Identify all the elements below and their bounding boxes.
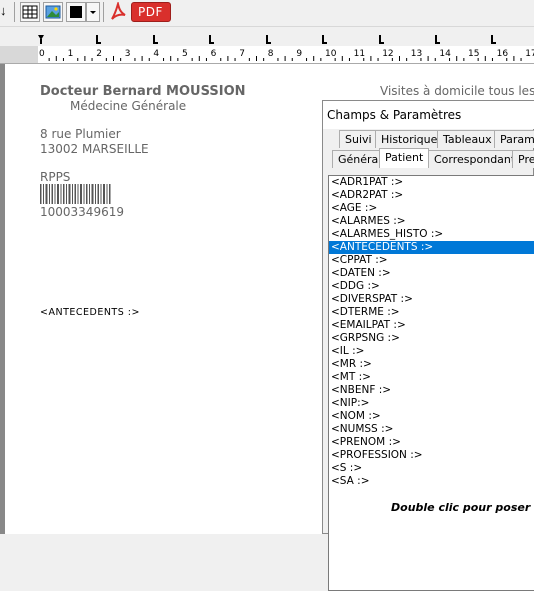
tab-historique[interactable]: Historique	[375, 130, 444, 148]
tab-patient[interactable]: Patient	[379, 148, 430, 168]
pdf-icon: PDF	[138, 5, 163, 19]
field-list-item[interactable]: <NBENF :>	[329, 384, 534, 397]
toolbar-separator	[103, 2, 104, 22]
field-list-item[interactable]: <DIVERSPAT :>	[329, 293, 534, 306]
field-list-item[interactable]: <AGE :>	[329, 202, 534, 215]
ruler-number: 4	[153, 49, 160, 59]
visits-text: Visites à domicile tous les jou	[380, 84, 534, 98]
ruler-number: 12	[382, 49, 394, 59]
field-list-item[interactable]: <S :>	[329, 462, 534, 475]
field-list-item[interactable]: <DTERME :>	[329, 306, 534, 319]
ruler-number: 2	[96, 49, 102, 59]
ruler-number: 6	[210, 49, 217, 59]
field-list-item[interactable]: <SA :>	[329, 475, 534, 488]
hint-text: Double clic pour poser un	[391, 501, 534, 514]
field-list-item[interactable]: <PRENOM :>	[329, 436, 534, 449]
fields-panel: Champs & Paramètres Suivi Historique Tab…	[322, 100, 534, 591]
field-list-item[interactable]: <PROFESSION :>	[329, 449, 534, 462]
ruler-number: 17	[525, 49, 534, 59]
toolbar-separator	[14, 2, 15, 22]
rpps-number: 10003349619	[40, 205, 124, 219]
tab-correspondant[interactable]: Correspondant	[428, 150, 522, 168]
ruler-number: 10	[325, 49, 337, 59]
field-list-item[interactable]: <IL :>	[329, 345, 534, 358]
field-list-item[interactable]: <EMAILPAT :>	[329, 319, 534, 332]
color-button[interactable]	[66, 2, 86, 22]
field-list-item[interactable]: <NUMSS :>	[329, 423, 534, 436]
table-icon	[22, 5, 38, 19]
ruler-number: 1	[67, 49, 74, 59]
ruler-number: 8	[267, 49, 274, 59]
address-line1: 8 rue Plumier	[40, 127, 121, 141]
ruler-number: 16	[496, 49, 509, 59]
field-list-item[interactable]: <CPPAT :>	[329, 254, 534, 267]
field-list-item[interactable]: <ADR1PAT :>	[329, 176, 534, 189]
field-list-item[interactable]: <GRPSNG :>	[329, 332, 534, 345]
barcode	[40, 184, 111, 204]
doctor-name: Docteur Bernard MOUSSION	[40, 84, 246, 99]
toolbar: ↓ PDF	[0, 0, 534, 26]
tab-pre[interactable]: Pre	[512, 150, 534, 168]
panel-title[interactable]: Champs & Paramètres	[323, 101, 534, 129]
address-line2: 13002 MARSEILLE	[40, 142, 149, 156]
tab-tableaux[interactable]: Tableaux	[437, 130, 498, 148]
tab-parametres[interactable]: Paramè	[494, 130, 534, 148]
ruler-number: 15	[468, 49, 480, 59]
image-button[interactable]	[43, 2, 63, 22]
field-list-item[interactable]: <DATEN :>	[329, 267, 534, 280]
field-list-item[interactable]: <MR :>	[329, 358, 534, 371]
rpps-label: RPPS	[40, 170, 71, 184]
field-list-item[interactable]: <ANTECEDENTS :>	[329, 241, 534, 254]
ruler-number: 11	[353, 49, 366, 59]
field-list-item[interactable]: <ALARMES_HISTO :>	[329, 228, 534, 241]
color-dropdown-button[interactable]	[86, 2, 100, 22]
field-placeholder: <ANTECEDENTS :>	[40, 307, 140, 318]
field-list-item[interactable]: <NIP:>	[329, 397, 534, 410]
ruler-number: 13	[410, 49, 423, 59]
ruler-number: 9	[296, 49, 303, 59]
image-icon	[45, 5, 61, 19]
acrobat-icon[interactable]	[108, 2, 128, 22]
field-list-item[interactable]: <MT :>	[329, 371, 534, 384]
ruler-number: 0	[39, 49, 45, 59]
field-list-item[interactable]: <NOM :>	[329, 410, 534, 423]
ruler-number: 3	[124, 49, 131, 59]
ruler-number: 5	[182, 49, 188, 59]
specialty: Médecine Générale	[70, 99, 187, 113]
table-button[interactable]	[20, 2, 40, 22]
tab-suivi[interactable]: Suivi	[339, 130, 378, 148]
ruler-number: 14	[439, 49, 451, 59]
field-list-item[interactable]: <ALARMES :>	[329, 215, 534, 228]
arrow-down-icon[interactable]: ↓	[0, 3, 7, 18]
field-list-item[interactable]: <ADR2PAT :>	[329, 189, 534, 202]
ruler-number: 7	[239, 49, 245, 59]
tab-stops	[38, 35, 496, 44]
fields-list[interactable]: <ADR1PAT :> <ADR2PAT :> <AGE :> <ALARMES :>…	[328, 175, 534, 591]
pdf-button[interactable]: PDF	[131, 2, 171, 22]
field-list-item[interactable]: <DDG :>	[329, 280, 534, 293]
color-icon	[70, 6, 82, 18]
dropdown-icon	[90, 11, 96, 14]
